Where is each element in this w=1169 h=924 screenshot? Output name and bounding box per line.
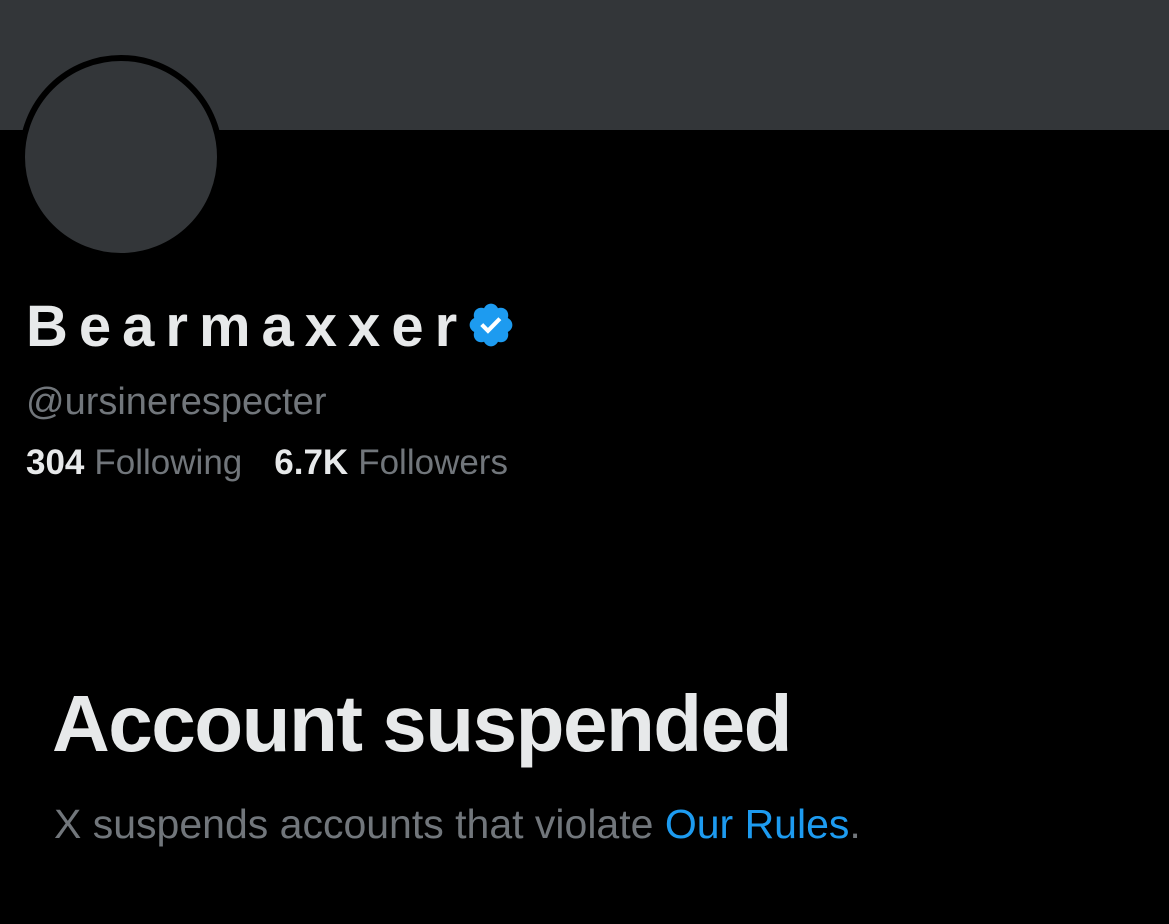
followers-count: 6.7K — [274, 443, 349, 482]
following-label: Following — [94, 443, 243, 482]
suspension-description-prefix: X suspends accounts that violate — [54, 801, 665, 847]
suspension-description: X suspends accounts that violate Our Rul… — [54, 798, 861, 850]
profile-stats: 304 Following 6.7K Followers — [26, 440, 540, 486]
followers-label: Followers — [358, 443, 508, 482]
our-rules-link[interactable]: Our Rules — [665, 801, 850, 847]
following-stat[interactable]: 304 Following — [26, 440, 242, 486]
verified-badge-icon[interactable] — [466, 300, 516, 350]
avatar[interactable] — [19, 55, 223, 259]
display-name: Bearmaxxer — [26, 294, 469, 359]
profile-name-row: Bearmaxxer — [26, 292, 516, 362]
suspension-description-suffix: . — [849, 801, 861, 847]
following-count: 304 — [26, 443, 85, 482]
followers-stat[interactable]: 6.7K Followers — [274, 440, 508, 486]
profile-handle: @ursinerespecter — [26, 381, 327, 423]
suspension-title: Account suspended — [52, 679, 793, 768]
